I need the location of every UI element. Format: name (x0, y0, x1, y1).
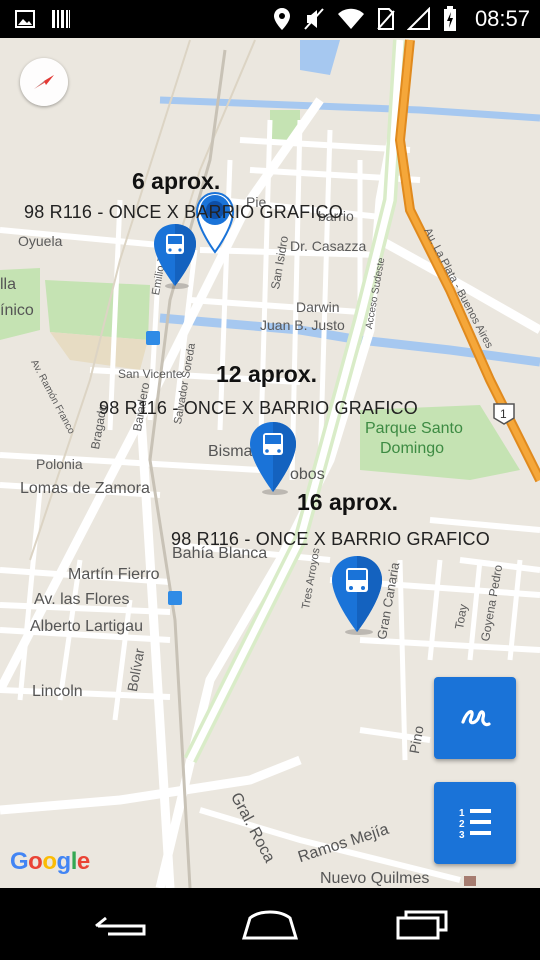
map-label-polonia: Polonia (36, 456, 83, 472)
map-label-inico: ínico (0, 302, 34, 319)
list-button[interactable]: 1 2 3 (434, 782, 516, 864)
map-label-darwin: Darwin (296, 299, 340, 315)
svg-text:3: 3 (459, 830, 465, 841)
numbered-list-icon: 1 2 3 (459, 808, 491, 841)
bus-icon (166, 234, 184, 254)
map-label-lla: lla (0, 276, 17, 293)
no-sim-icon (377, 8, 395, 30)
location-icon (273, 8, 290, 30)
route-icon (461, 710, 491, 727)
compass-button[interactable] (20, 58, 68, 106)
bus-route-label: 98 R116 - ONCE X BARRIO GRAFICO (24, 202, 343, 222)
map-label-martin-fierro: Martín Fierro (68, 566, 160, 583)
map-label-alberto-lartigau: Alberto Lartigau (30, 618, 143, 635)
bus-marker[interactable] (151, 222, 199, 290)
map-label-bismarck: Bisma (208, 443, 253, 460)
bus-icon (346, 568, 368, 592)
google-logo-letter: o (28, 848, 43, 875)
map-label-nuevo-quilmes: Nuevo Quilmes (320, 870, 430, 887)
google-logo: Google (10, 848, 90, 876)
svg-text:1: 1 (459, 808, 465, 819)
map-label-domingo: Domingo (380, 440, 445, 457)
mute-icon (304, 8, 324, 30)
signal-icon (406, 7, 430, 30)
navigation-bar (0, 888, 540, 960)
google-logo-letter: e (76, 848, 90, 875)
google-logo-letter: G (10, 848, 29, 875)
bus-route-label: 98 R116 - ONCE X BARRIO GRAFICO (99, 398, 418, 418)
home-icon[interactable] (240, 906, 300, 942)
bus-icon (263, 433, 283, 455)
bus-eta-label: 16 aprox. (297, 489, 398, 515)
bus-marker[interactable] (329, 554, 385, 636)
battery-charging-icon (443, 6, 456, 31)
barcode-icon (52, 10, 70, 28)
status-right-icons: 08:57 (273, 6, 530, 32)
map-label-dr-casazza: Dr. Casazza (290, 238, 367, 254)
back-icon[interactable] (92, 906, 148, 942)
status-left-icons (14, 8, 72, 30)
map-label-av-las-flores: Av. las Flores (34, 591, 130, 608)
wifi-icon (337, 8, 364, 29)
map-label-san-vicente: San Vicente (118, 367, 183, 381)
status-time: 08:57 (474, 6, 530, 31)
status-bar: 08:57 (0, 0, 540, 38)
map-label-oyuela: Oyuela (18, 233, 63, 249)
route-button[interactable] (434, 677, 516, 759)
compass-icon (34, 75, 54, 89)
map-label-lincoln: Lincoln (32, 683, 83, 700)
recents-icon[interactable] (394, 906, 450, 942)
google-logo-letter: o (42, 848, 57, 875)
image-icon (15, 10, 35, 28)
route-shield-label: 1 (500, 407, 507, 421)
map-view[interactable]: 1 lla ínico Oyuela Pie barrio Dr. Casazz… (0, 38, 540, 888)
svg-text:2: 2 (459, 819, 465, 830)
bus-eta-label: 6 aprox. (132, 168, 221, 194)
google-logo-letter: g (56, 848, 72, 875)
bus-route-label: 98 R116 - ONCE X BARRIO GRAFICO (171, 529, 490, 549)
bus-marker[interactable] (247, 420, 299, 496)
map-label-parque-santo: Parque Santo (365, 420, 463, 437)
map-label-lomas-de-zamora: Lomas de Zamora (20, 480, 150, 497)
map-label-juan-b-justo: Juan B. Justo (260, 317, 345, 333)
bus-eta-label: 12 aprox. (216, 361, 317, 387)
